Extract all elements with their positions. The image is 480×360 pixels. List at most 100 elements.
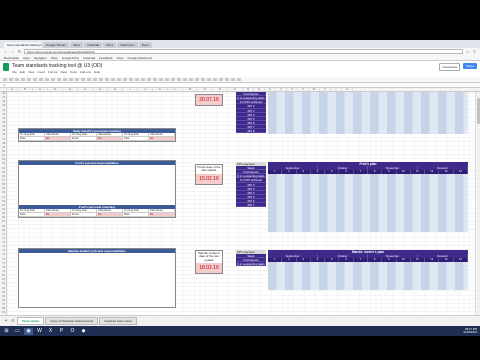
toolbar-button-icon[interactable] bbox=[237, 78, 241, 81]
column-header[interactable]: R bbox=[254, 88, 265, 91]
address-bar[interactable]: https://docs.google.com/spreadsheets/d/e… bbox=[24, 49, 463, 54]
word-icon[interactable]: W bbox=[35, 328, 44, 335]
column-header[interactable]: N bbox=[198, 88, 213, 91]
file-explorer-icon[interactable]: ▭ bbox=[13, 328, 22, 335]
column-header[interactable]: F bbox=[78, 88, 93, 91]
value-cell[interactable]: Date bbox=[19, 213, 45, 216]
comments-button[interactable]: Comments bbox=[439, 63, 460, 71]
sheet-tab[interactable]: Copy of Character Assessments bbox=[45, 317, 99, 325]
toolbar-button-icon[interactable] bbox=[177, 78, 181, 81]
toolbar-button-icon[interactable] bbox=[87, 78, 91, 81]
start-icon[interactable]: ⊞ bbox=[2, 328, 11, 335]
value-cell[interactable]: No bbox=[149, 137, 175, 140]
toolbar-button-icon[interactable] bbox=[51, 78, 55, 81]
column-header[interactable]: G bbox=[93, 88, 108, 91]
label-cell[interactable]: On long date bbox=[123, 133, 149, 136]
menu-item[interactable]: View bbox=[28, 70, 34, 74]
toolbar-button-icon[interactable] bbox=[141, 78, 145, 81]
column-header[interactable]: M bbox=[183, 88, 198, 91]
back-icon[interactable]: ‹ bbox=[3, 49, 8, 54]
toolbar-button-icon[interactable] bbox=[57, 78, 61, 81]
browser-tab[interactable]: Google Sheets bbox=[43, 42, 69, 48]
browser-tab[interactable]: Classroom bbox=[117, 42, 138, 48]
toolbar-button-icon[interactable] bbox=[207, 78, 211, 81]
document-title[interactable]: Team standards tracking tool @ U3 (OD) bbox=[12, 63, 436, 69]
toolbar-button-icon[interactable] bbox=[123, 78, 127, 81]
toolbar-button-icon[interactable] bbox=[219, 78, 223, 81]
column-header[interactable]: X bbox=[320, 88, 331, 91]
column-header[interactable]: S bbox=[265, 88, 276, 91]
label-cell[interactable]: Attendance bbox=[149, 133, 175, 136]
excel-icon[interactable]: X bbox=[46, 328, 55, 335]
toolbar-button-icon[interactable] bbox=[231, 78, 235, 81]
label-cell[interactable]: Attendance bbox=[149, 209, 175, 212]
column-header[interactable]: C bbox=[33, 88, 48, 91]
bookmark-item[interactable]: Google Classroom bbox=[127, 56, 152, 60]
toolbar-button-icon[interactable] bbox=[81, 78, 85, 81]
menu-item[interactable]: Insert bbox=[37, 70, 45, 74]
toolbar-button-icon[interactable] bbox=[153, 78, 157, 81]
label-cell[interactable]: On long date bbox=[71, 133, 97, 136]
sheet-tab[interactable]: Team status bbox=[17, 317, 45, 325]
toolbar-button-icon[interactable] bbox=[165, 78, 169, 81]
value-cell[interactable]: No bbox=[97, 137, 123, 140]
toolbar-button-icon[interactable] bbox=[69, 78, 73, 81]
reload-icon[interactable]: ↻ bbox=[17, 49, 22, 54]
value-cell[interactable]: No bbox=[45, 137, 71, 140]
toolbar-button-icon[interactable] bbox=[15, 78, 19, 81]
toolbar-button-icon[interactable] bbox=[99, 78, 103, 81]
all-sheets-icon[interactable]: ≡ bbox=[10, 318, 16, 324]
forward-icon[interactable]: › bbox=[10, 49, 15, 54]
toolbar-button-icon[interactable] bbox=[93, 78, 97, 81]
toolbar-button-icon[interactable] bbox=[201, 78, 205, 81]
menu-item[interactable]: Data bbox=[61, 70, 67, 74]
column-header[interactable]: L bbox=[168, 88, 183, 91]
app-icon[interactable]: ◆ bbox=[79, 328, 88, 335]
bookmark-item[interactable]: Apps bbox=[23, 56, 30, 60]
toolbar-button-icon[interactable] bbox=[117, 78, 121, 81]
menu-item[interactable]: Format bbox=[48, 70, 58, 74]
outlook-icon[interactable]: O bbox=[68, 328, 77, 335]
powerpoint-icon[interactable]: P bbox=[57, 328, 66, 335]
label-cell[interactable]: On long date bbox=[19, 209, 45, 212]
toolbar-button-icon[interactable] bbox=[39, 78, 43, 81]
toolbar-button-icon[interactable] bbox=[111, 78, 115, 81]
toolbar-button-icon[interactable] bbox=[27, 78, 31, 81]
column-header[interactable]: W bbox=[309, 88, 320, 91]
column-header[interactable]: D bbox=[48, 88, 63, 91]
value-cell[interactable]: Email bbox=[71, 137, 97, 140]
responsibilities-body[interactable] bbox=[19, 165, 175, 205]
toolbar-button-icon[interactable] bbox=[213, 78, 217, 81]
share-button[interactable]: Share bbox=[462, 63, 477, 69]
bookmark-item[interactable]: Feedback bbox=[99, 56, 112, 60]
column-header[interactable]: V bbox=[298, 88, 309, 91]
column-header[interactable]: P bbox=[228, 88, 243, 91]
label-cell[interactable]: On long date bbox=[123, 209, 149, 212]
value-cell[interactable]: Email bbox=[71, 213, 97, 216]
plan-cells[interactable] bbox=[268, 174, 468, 232]
menu-item[interactable]: Help bbox=[94, 70, 100, 74]
menu-item[interactable]: Add-ons bbox=[80, 70, 91, 74]
toolbar-button-icon[interactable] bbox=[129, 78, 133, 81]
browser-tab[interactable]: Inbox bbox=[69, 42, 84, 48]
toolbar-button-icon[interactable] bbox=[225, 78, 229, 81]
column-header[interactable]: Z bbox=[342, 88, 353, 91]
gareth-plan-grid[interactable] bbox=[268, 92, 468, 134]
toolbar-button-icon[interactable] bbox=[3, 78, 7, 81]
label-cell[interactable]: On long date bbox=[71, 209, 97, 212]
star-icon[interactable]: ☆ bbox=[465, 49, 470, 54]
toolbar-button-icon[interactable] bbox=[147, 78, 151, 81]
toolbar-button-icon[interactable] bbox=[105, 78, 109, 81]
label-cell[interactable]: Attendance bbox=[45, 133, 71, 136]
spreadsheet-grid[interactable]: 36 37 38 39 40 41 42 43 44 45 46 47 48 49 50 51 52 53 54 55… bbox=[0, 92, 475, 315]
column-header[interactable]: H bbox=[108, 88, 123, 91]
last-update-value[interactable]: 20.07.16 bbox=[196, 95, 222, 105]
bookmark-item[interactable]: Bookmarks bbox=[4, 56, 19, 60]
bookmark-item[interactable]: Shop bbox=[51, 56, 58, 60]
sheets-logo-icon[interactable] bbox=[3, 63, 9, 71]
value-cell[interactable]: Date bbox=[19, 137, 45, 140]
label-cell[interactable]: Attendance bbox=[45, 209, 71, 212]
bookmark-item[interactable]: Calendar bbox=[83, 56, 95, 60]
value-cell[interactable]: Date bbox=[123, 213, 149, 216]
toolbar-button-icon[interactable] bbox=[159, 78, 163, 81]
